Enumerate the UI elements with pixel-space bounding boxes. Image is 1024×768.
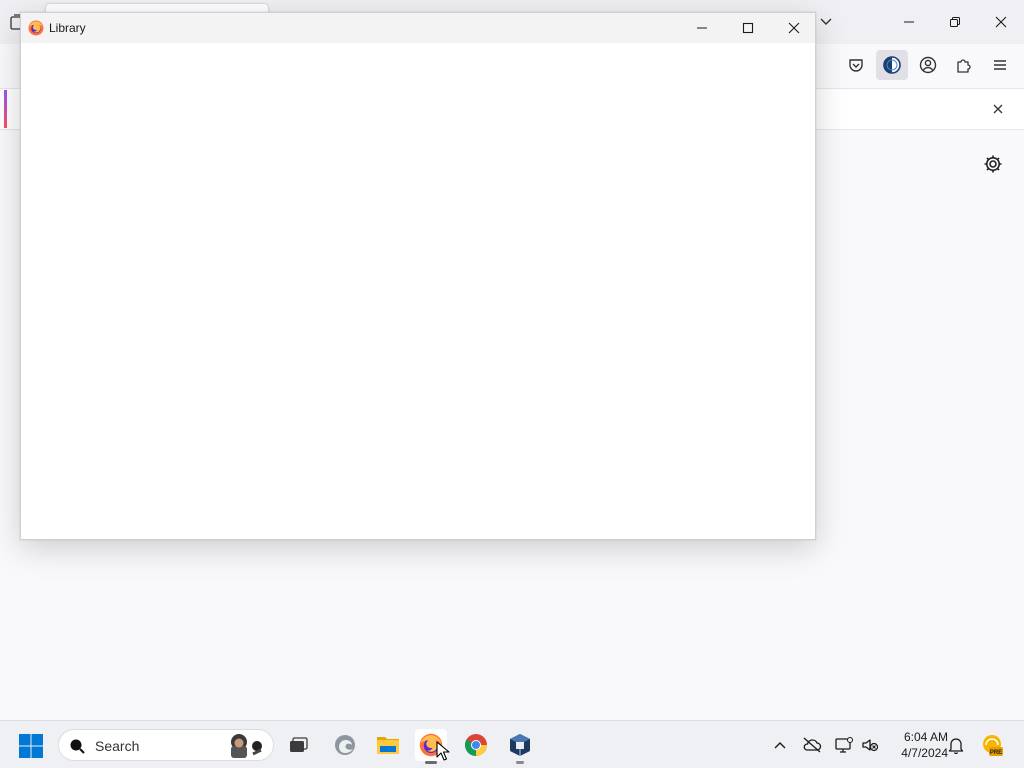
pocket-icon	[848, 57, 864, 73]
search-icon	[69, 738, 85, 754]
puzzle-icon	[955, 56, 973, 74]
close-icon	[995, 16, 1007, 28]
task-view-button[interactable]	[282, 729, 314, 761]
restore-icon	[949, 16, 961, 28]
gear-icon	[982, 153, 1004, 175]
library-content	[21, 43, 815, 539]
notification-close-button[interactable]	[988, 99, 1008, 119]
account-icon	[919, 56, 937, 74]
pre-badge-icon: PRE	[980, 733, 1004, 757]
chevron-down-icon[interactable]	[816, 12, 836, 32]
hamburger-menu-icon	[992, 57, 1008, 73]
close-icon	[788, 22, 800, 34]
windows-logo-icon	[18, 733, 44, 759]
virtualbox-icon	[508, 733, 532, 757]
clock-date: 4/7/2024	[901, 746, 948, 760]
taskbar-app-virtualbox[interactable]	[504, 729, 536, 764]
insider-preview-button[interactable]: PRE	[980, 733, 1004, 757]
cloud-offline-icon	[802, 737, 822, 753]
extensions-button[interactable]	[948, 50, 980, 80]
close-icon	[993, 104, 1003, 114]
library-window: Library	[20, 12, 816, 540]
volume-tray-button[interactable]	[860, 735, 880, 755]
app-menu-button[interactable]	[984, 50, 1016, 80]
chevron-up-icon	[773, 738, 787, 752]
taskbar-app-chrome[interactable]	[460, 729, 492, 761]
running-indicator	[516, 761, 524, 764]
pocket-button[interactable]	[840, 50, 872, 80]
mouse-cursor-icon	[436, 741, 450, 761]
running-indicator	[425, 761, 437, 764]
notification-accent	[4, 90, 7, 128]
account-button[interactable]	[912, 50, 944, 80]
volume-muted-icon	[861, 737, 879, 753]
taskbar-app-edge[interactable]	[329, 729, 361, 761]
dark-reader-button[interactable]	[876, 50, 908, 80]
firefox-logo-icon	[28, 20, 44, 36]
task-view-icon	[287, 734, 309, 756]
bell-icon	[948, 736, 964, 754]
system-clock[interactable]: 6:04 AM 4/7/2024	[886, 729, 948, 761]
network-tray-button[interactable]	[834, 735, 854, 755]
onedrive-tray-button[interactable]	[802, 735, 822, 755]
window-title: Library	[49, 21, 86, 35]
taskbar-search[interactable]: Search	[58, 729, 274, 761]
close-button[interactable]	[771, 13, 817, 43]
taskbar-app-file-explorer[interactable]	[372, 729, 404, 761]
close-window-button[interactable]	[978, 7, 1024, 37]
minimize-icon	[903, 16, 915, 28]
minimize-button[interactable]	[886, 7, 932, 37]
clock-time: 6:04 AM	[903, 730, 948, 744]
minimize-button[interactable]	[679, 13, 725, 43]
taskbar: Search 6:04 AM 4/7/2024 PRE	[0, 720, 1024, 768]
maximize-button[interactable]	[725, 13, 771, 43]
search-label: Search	[95, 738, 140, 754]
restore-button[interactable]	[932, 7, 978, 37]
page-settings-button[interactable]	[982, 153, 1004, 175]
chrome-icon	[464, 733, 488, 757]
edge-icon	[334, 734, 356, 756]
show-hidden-icons-button[interactable]	[770, 735, 790, 755]
start-button[interactable]	[18, 733, 44, 759]
notifications-button[interactable]	[946, 735, 966, 755]
folder-icon	[376, 734, 400, 756]
dark-reader-icon	[882, 55, 902, 75]
maximize-icon	[742, 22, 754, 34]
network-icon	[835, 737, 853, 753]
badge-text: PRE	[990, 750, 1002, 756]
minimize-icon	[696, 22, 708, 34]
search-highlight-icon	[225, 732, 267, 760]
library-titlebar[interactable]: Library	[21, 13, 815, 43]
